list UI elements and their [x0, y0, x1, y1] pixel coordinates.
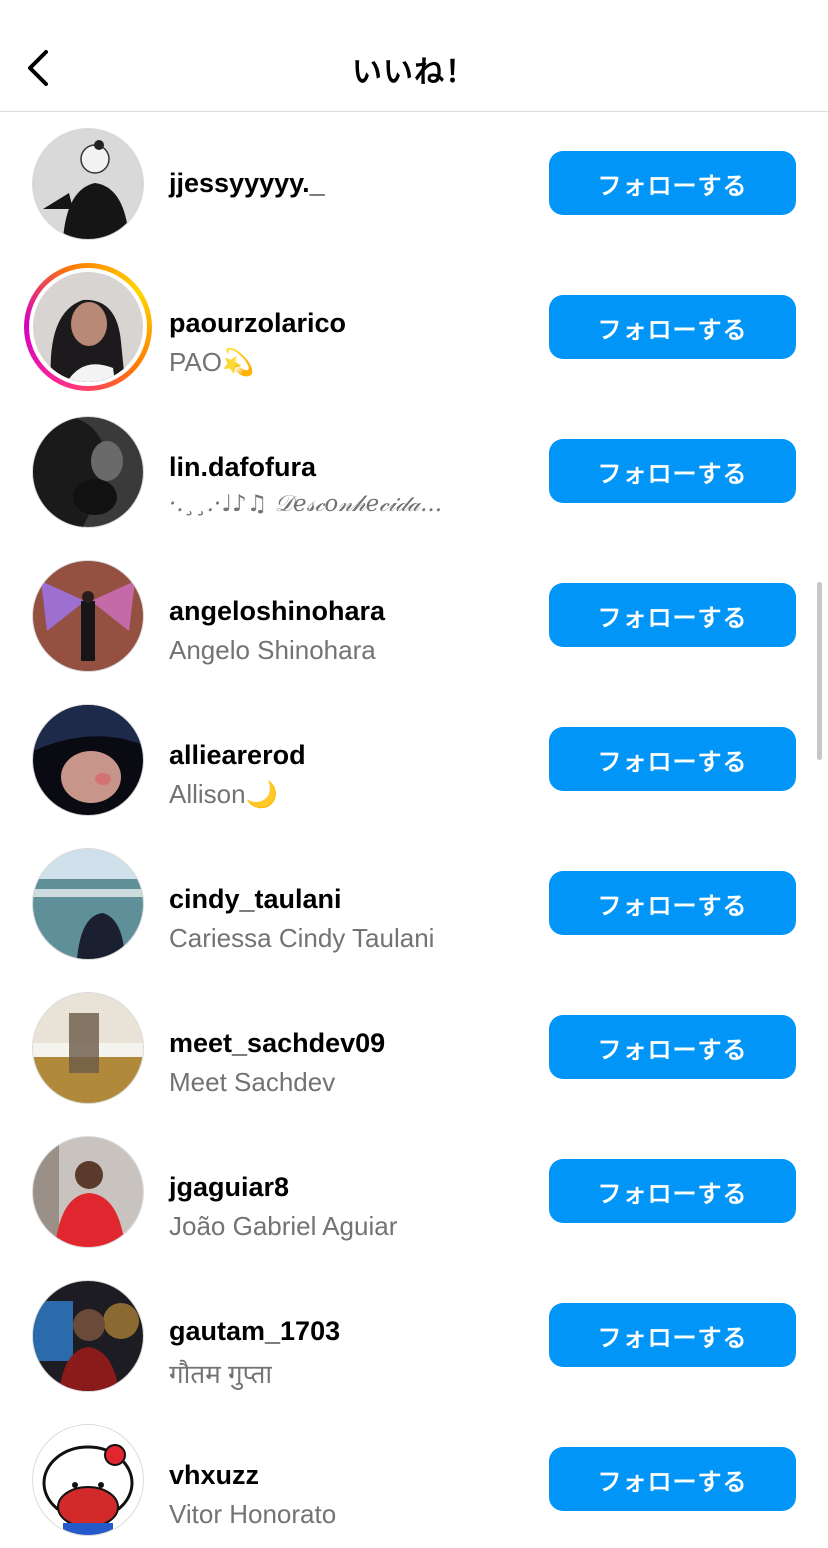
list-item[interactable]: alliearerod Allison🌙 フォローする: [0, 688, 828, 832]
list-item[interactable]: lin.dafofura ·.¸¸.·♩♪♫ 𝒟𝑒𝓈𝒸𝑜𝓃𝒽𝑒𝒸𝒾𝒹𝒶... フ…: [0, 400, 828, 544]
avatar[interactable]: [32, 1280, 144, 1392]
follow-button[interactable]: フォローする: [549, 1159, 796, 1223]
avatar: [33, 272, 143, 382]
full-name: ·.¸¸.·♩♪♫ 𝒟𝑒𝓈𝒸𝑜𝓃𝒽𝑒𝒸𝒾𝒹𝒶...: [169, 491, 443, 517]
story-ring-avatar[interactable]: [24, 263, 152, 391]
full-name: Vitor Honorato: [169, 1499, 337, 1529]
full-name: Allison🌙: [169, 779, 278, 809]
avatar[interactable]: [32, 848, 144, 960]
follow-button[interactable]: フォローする: [549, 1447, 796, 1511]
username[interactable]: vhxuzz: [169, 1460, 259, 1491]
follow-button[interactable]: フォローする: [549, 871, 796, 935]
avatar[interactable]: [32, 992, 144, 1104]
avatar[interactable]: [32, 128, 144, 240]
avatar[interactable]: [32, 1136, 144, 1248]
follow-button[interactable]: フォローする: [549, 295, 796, 359]
username[interactable]: lin.dafofura: [169, 452, 316, 483]
full-name: PAO💫: [169, 347, 255, 377]
list-item[interactable]: gautam_1703 गौतम गुप्ता フォローする: [0, 1264, 828, 1408]
follow-button[interactable]: フォローする: [549, 1303, 796, 1367]
list-item[interactable]: meet_sachdev09 Meet Sachdev フォローする: [0, 976, 828, 1120]
avatar[interactable]: [32, 1424, 144, 1536]
list-item[interactable]: angeloshinohara Angelo Shinohara フォローする: [0, 544, 828, 688]
username[interactable]: meet_sachdev09: [169, 1028, 385, 1059]
follow-button[interactable]: フォローする: [549, 583, 796, 647]
username[interactable]: alliearerod: [169, 740, 306, 771]
username[interactable]: cindy_taulani: [169, 884, 342, 915]
scrollbar[interactable]: [817, 582, 822, 760]
top-bar: いいね！: [0, 0, 828, 112]
full-name: Angelo Shinohara: [169, 635, 376, 665]
list-item[interactable]: vhxuzz Vitor Honorato フォローする: [0, 1408, 828, 1548]
list-item[interactable]: jgaguiar8 João Gabriel Aguiar フォローする: [0, 1120, 828, 1264]
full-name: Meet Sachdev: [169, 1067, 336, 1097]
avatar[interactable]: [32, 704, 144, 816]
page-title: いいね！: [352, 56, 476, 89]
username[interactable]: paourzolarico: [169, 308, 346, 339]
username[interactable]: jjessyyyyy._: [169, 168, 325, 199]
full-name: Cariessa Cindy Taulani: [169, 923, 435, 953]
list-item[interactable]: cindy_taulani Cariessa Cindy Taulani フォロ…: [0, 832, 828, 976]
likes-list: jjessyyyyy._ フォローする paourzolarico PAO💫 フ…: [0, 112, 828, 1548]
follow-button[interactable]: フォローする: [549, 1015, 796, 1079]
follow-button[interactable]: フォローする: [549, 727, 796, 791]
avatar[interactable]: [32, 560, 144, 672]
list-item[interactable]: jjessyyyyy._ フォローする: [0, 112, 828, 256]
username[interactable]: gautam_1703: [169, 1316, 340, 1347]
username[interactable]: jgaguiar8: [169, 1172, 289, 1203]
full-name: João Gabriel Aguiar: [169, 1211, 398, 1241]
full-name: गौतम गुप्ता: [169, 1359, 273, 1389]
follow-button[interactable]: フォローする: [549, 151, 796, 215]
list-item[interactable]: paourzolarico PAO💫 フォローする: [0, 256, 828, 400]
avatar[interactable]: [32, 416, 144, 528]
follow-button[interactable]: フォローする: [549, 439, 796, 503]
username[interactable]: angeloshinohara: [169, 596, 385, 627]
